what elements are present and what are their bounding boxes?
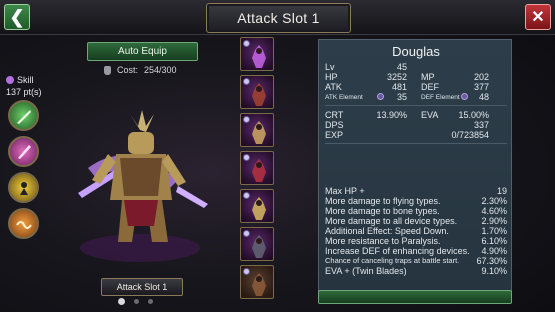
crt-value: 13.90% [376,110,407,120]
stat-row-exp: EXP 0/723854 [325,130,507,141]
character-name: Douglas [392,44,440,59]
bonus-option-label: More damage to bone types. [325,206,440,216]
close-icon: ✕ [531,9,545,26]
auto-equip-button[interactable]: Auto Equip [87,42,198,61]
bonus-option-value: 19 [496,186,507,196]
exp-value: 0/723854 [451,130,489,140]
cost-display: Cost: 254/300 [104,65,177,75]
pink-blade-skill-icon[interactable] [8,136,39,167]
mp-label: MP [421,72,435,82]
bonus-option-value: 4.60% [481,206,507,216]
bonus-option-label: Increase DEF of enhancing devices. [325,246,470,256]
page-dot[interactable] [118,298,125,305]
orange-wave-skill-icon[interactable] [8,208,39,239]
atk-element-icon [377,93,384,100]
skill-points: 137 pt(s) [6,87,42,97]
close-button[interactable]: ✕ [525,4,551,30]
atk-element-label: ATK Element [325,94,363,101]
page-dot[interactable] [148,299,153,304]
bonus-option-value: 2.90% [481,216,507,226]
atk-element-value: 35 [396,92,407,102]
stat-divider [325,143,507,144]
back-arrow-icon: ❮ [9,7,25,27]
yellow-strike-skill-icon[interactable] [8,172,39,203]
mp-value: 202 [473,72,489,82]
lv-label: Lv [325,62,335,72]
def-element-label: DEF Element [421,94,460,101]
def-label: DEF [421,82,439,92]
bonus-option-value: 67.30% [476,256,507,266]
cost-value: 254/300 [144,65,177,75]
card-slot[interactable] [240,189,274,223]
atk-label: ATK [325,82,342,92]
eva-label: EVA [421,110,439,120]
card-slot[interactable] [240,113,274,147]
bonus-option-label: EVA + (Twin Blades) [325,266,407,276]
bonus-option-label: Max HP + [325,186,365,196]
panel-bottom-bar [318,290,512,304]
atk-value: 481 [391,82,407,92]
exp-label: EXP [325,130,344,140]
cost-bag-icon [104,65,111,75]
horned-beast-card-icon [249,82,268,106]
hp-value: 3252 [386,72,407,82]
cost-label: Cost: [117,65,139,75]
lv-value: 45 [396,62,407,72]
character-model [58,108,228,268]
bonus-option-label: More damage to all device types. [325,216,458,226]
green-blade-skill-icon[interactable] [8,100,39,131]
purple-armor-card-icon [249,44,268,68]
crt-label: CRT [325,110,344,120]
stat-divider [325,105,507,106]
def-value: 377 [473,82,489,92]
stat-row-elements: ATK Element 35 DEF Element 48 [325,92,507,103]
page-title: Attack Slot 1 [206,3,351,33]
card-slot[interactable] [240,37,274,71]
eva-value: 15.00% [458,110,489,120]
dark-armor-card-icon [249,272,268,296]
bonus-option-label: Additional Effect: Speed Down. [325,226,449,236]
page-dot[interactable] [134,299,139,304]
bonus-option-value: 4.90% [481,246,507,256]
slot-name-plate: Attack Slot 1 [101,278,183,296]
bonus-option-row: EVA + (Twin Blades) 9.10% [325,266,507,277]
page-indicator[interactable] [118,298,153,305]
winged-warrior-card-icon [249,120,268,144]
bonus-option-label: More damage to flying types. [325,196,441,206]
bonus-option-value: 6.10% [481,236,507,246]
card-slot[interactable] [240,265,274,299]
hp-label: HP [325,72,338,82]
dps-value: 337 [473,120,489,130]
skill-header: Skill [6,75,34,85]
bonus-option-value: 9.10% [481,266,507,276]
golden-knight-card-icon [249,196,268,220]
bonus-option-label: More resistance to Paralysis. [325,236,441,246]
dps-label: DPS [325,120,344,130]
bonus-option-value: 1.70% [481,226,507,236]
red-knight-card-icon [249,158,268,182]
bonus-option-value: 2.30% [481,196,507,206]
def-element-value: 48 [478,92,489,102]
back-button[interactable]: ❮ [4,4,30,30]
stats-panel: Douglas Lv 45 HP 3252 MP 202 ATK 481 DEF… [318,39,512,298]
skill-label: Skill [17,75,34,85]
card-slot[interactable] [240,227,274,261]
def-element-icon [461,93,468,100]
card-slot[interactable] [240,75,274,109]
shadow-rider-card-icon [249,234,268,258]
card-slot[interactable] [240,151,274,185]
bonus-option-label: Chance of canceling traps at battle star… [325,256,460,265]
skill-orb-icon [6,76,14,84]
